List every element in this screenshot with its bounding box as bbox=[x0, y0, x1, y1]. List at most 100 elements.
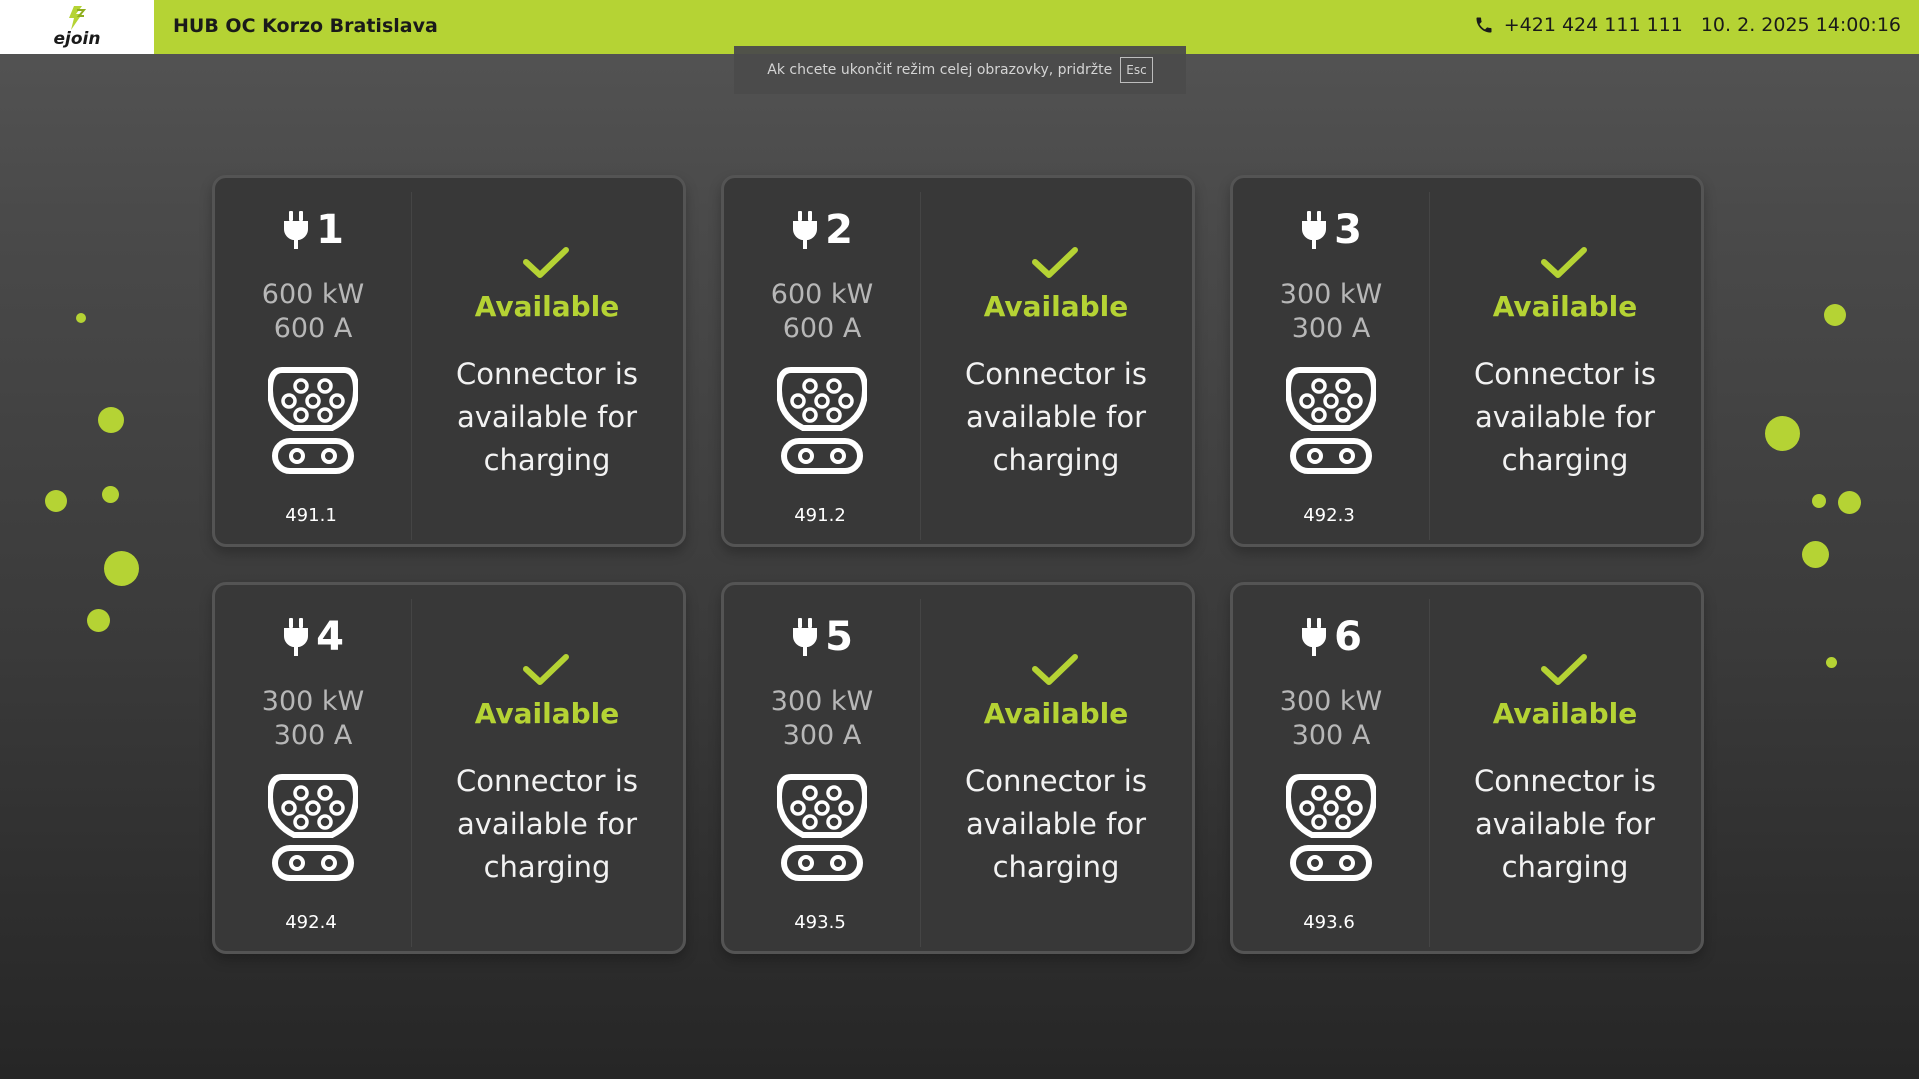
connector-status: Available Connector is available for cha… bbox=[411, 178, 683, 544]
decorative-dot bbox=[1765, 416, 1800, 451]
decorative-dot bbox=[1824, 304, 1846, 326]
connector-number: 3 bbox=[1334, 207, 1362, 253]
header-info: +421 424 111 111 10. 2. 2025 14:00:16 bbox=[1474, 14, 1901, 36]
connector-id: 492.3 bbox=[1303, 505, 1355, 526]
connector-current: 300 A bbox=[782, 720, 862, 751]
decorative-dot bbox=[45, 490, 67, 512]
check-icon bbox=[1541, 654, 1587, 685]
connector-id: 492.4 bbox=[285, 912, 337, 933]
connector-power: 300 kW bbox=[1279, 279, 1383, 310]
plug-icon bbox=[284, 211, 309, 249]
status-label: Available bbox=[1492, 697, 1638, 730]
status-label: Available bbox=[983, 697, 1129, 730]
connector-card-6[interactable]: 6 300 kW 300 A 493.6 Available Connector… bbox=[1230, 582, 1704, 954]
phone-number[interactable]: +421 424 111 111 bbox=[1504, 14, 1683, 36]
type2-connector-icon bbox=[777, 774, 867, 881]
status-description: Connector is available for charging bbox=[965, 764, 1147, 884]
type2-connector-icon bbox=[1286, 367, 1376, 474]
connector-info: 2 600 kW 600 A 491.2 bbox=[724, 192, 921, 540]
logo: ejoin bbox=[0, 0, 154, 54]
connector-status: Available Connector is available for cha… bbox=[1429, 585, 1701, 951]
type2-connector-icon bbox=[1286, 774, 1376, 881]
connector-header: 1 bbox=[215, 210, 411, 250]
decorative-dot bbox=[102, 486, 119, 503]
connector-current: 600 A bbox=[782, 313, 862, 344]
connector-card-1[interactable]: 1 600 kW 600 A 491.1 Available Connector… bbox=[212, 175, 686, 547]
logo-text: ejoin bbox=[53, 29, 101, 49]
plug-icon bbox=[1302, 618, 1327, 656]
connector-power: 300 kW bbox=[770, 686, 874, 717]
decorative-dot bbox=[1838, 491, 1861, 514]
check-icon bbox=[1032, 247, 1078, 278]
fullscreen-notice-text: Ak chcete ukončiť režim celej obrazovky,… bbox=[767, 62, 1113, 78]
connector-info: 5 300 kW 300 A 493.5 bbox=[724, 599, 921, 947]
connector-number: 6 bbox=[1334, 614, 1362, 660]
status-description: Connector is available for charging bbox=[456, 764, 638, 884]
connector-number: 4 bbox=[316, 614, 344, 660]
type2-connector-icon bbox=[268, 774, 358, 881]
connector-power: 600 kW bbox=[261, 279, 365, 310]
connector-number: 2 bbox=[825, 207, 853, 253]
connector-current: 300 A bbox=[273, 720, 353, 751]
decorative-dot bbox=[76, 313, 86, 323]
connector-power: 300 kW bbox=[1279, 686, 1383, 717]
check-icon bbox=[523, 654, 569, 685]
connector-current: 300 A bbox=[1291, 720, 1371, 751]
connector-header: 5 bbox=[724, 617, 920, 657]
connector-current: 600 A bbox=[273, 313, 353, 344]
connector-card-4[interactable]: 4 300 kW 300 A 492.4 Available Connector… bbox=[212, 582, 686, 954]
connector-info: 4 300 kW 300 A 492.4 bbox=[215, 599, 412, 947]
status-description: Connector is available for charging bbox=[1474, 764, 1656, 884]
connector-card-2[interactable]: 2 600 kW 600 A 491.2 Available Connector… bbox=[721, 175, 1195, 547]
connector-card-3[interactable]: 3 300 kW 300 A 492.3 Available Connector… bbox=[1230, 175, 1704, 547]
decorative-dot bbox=[98, 407, 124, 433]
status-description: Connector is available for charging bbox=[965, 357, 1147, 477]
status-description: Connector is available for charging bbox=[456, 357, 638, 477]
decorative-dot bbox=[1812, 494, 1826, 508]
connector-status: Available Connector is available for cha… bbox=[1429, 178, 1701, 544]
connector-info: 1 600 kW 600 A 491.1 bbox=[215, 192, 412, 540]
connector-power: 600 kW bbox=[770, 279, 874, 310]
check-icon bbox=[523, 247, 569, 278]
esc-key-badge: Esc bbox=[1120, 57, 1153, 83]
connector-status: Available Connector is available for cha… bbox=[411, 585, 683, 951]
plug-icon bbox=[284, 618, 309, 656]
decorative-dot bbox=[1802, 541, 1829, 568]
check-icon bbox=[1032, 654, 1078, 685]
fullscreen-notice: Ak chcete ukončiť režim celej obrazovky,… bbox=[734, 46, 1186, 94]
connector-info: 3 300 kW 300 A 492.3 bbox=[1233, 192, 1430, 540]
check-icon bbox=[1541, 247, 1587, 278]
connector-header: 4 bbox=[215, 617, 411, 657]
plug-icon bbox=[1302, 211, 1327, 249]
ejoin-logo-icon bbox=[69, 6, 87, 30]
connector-info: 6 300 kW 300 A 493.6 bbox=[1233, 599, 1430, 947]
connector-header: 3 bbox=[1233, 210, 1429, 250]
plug-icon bbox=[793, 618, 818, 656]
status-description: Connector is available for charging bbox=[1474, 357, 1656, 477]
connector-card-5[interactable]: 5 300 kW 300 A 493.5 Available Connector… bbox=[721, 582, 1195, 954]
connector-id: 491.2 bbox=[794, 505, 846, 526]
connector-id: 491.1 bbox=[285, 505, 337, 526]
type2-connector-icon bbox=[777, 367, 867, 474]
status-label: Available bbox=[983, 290, 1129, 323]
plug-icon bbox=[793, 211, 818, 249]
decorative-dot bbox=[1826, 657, 1837, 668]
connector-current: 300 A bbox=[1291, 313, 1371, 344]
type2-connector-icon bbox=[268, 367, 358, 474]
connector-status: Available Connector is available for cha… bbox=[920, 178, 1192, 544]
connector-power: 300 kW bbox=[261, 686, 365, 717]
status-label: Available bbox=[1492, 290, 1638, 323]
decorative-dot bbox=[104, 551, 139, 586]
connector-header: 6 bbox=[1233, 617, 1429, 657]
connector-number: 1 bbox=[316, 207, 344, 253]
site-title: HUB OC Korzo Bratislava bbox=[173, 15, 438, 37]
decorative-dot bbox=[87, 609, 110, 632]
connector-status: Available Connector is available for cha… bbox=[920, 585, 1192, 951]
connector-number: 5 bbox=[825, 614, 853, 660]
phone-icon bbox=[1476, 17, 1492, 33]
status-label: Available bbox=[474, 697, 620, 730]
connector-id: 493.6 bbox=[1303, 912, 1355, 933]
connector-id: 493.5 bbox=[794, 912, 846, 933]
datetime: 10. 2. 2025 14:00:16 bbox=[1700, 14, 1901, 36]
connector-header: 2 bbox=[724, 210, 920, 250]
